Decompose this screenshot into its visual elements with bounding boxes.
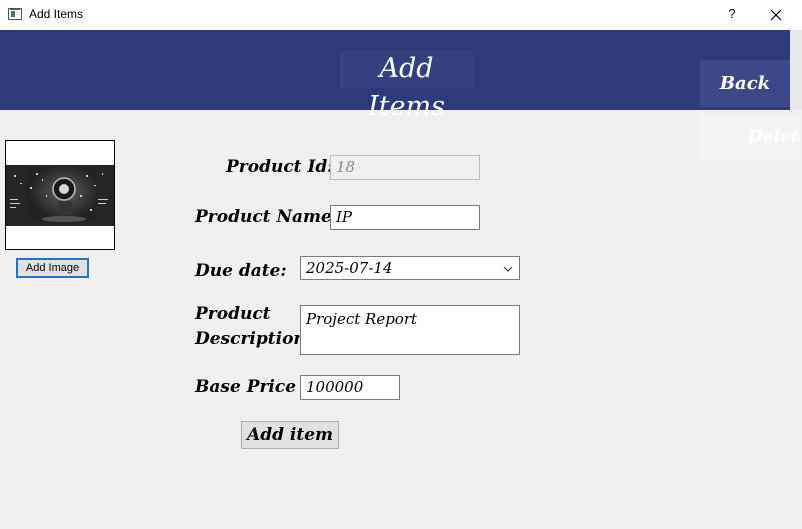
header-banner: Add Items Back	[0, 30, 790, 122]
product-image	[6, 165, 114, 226]
description-label-line2: Description	[195, 329, 306, 349]
help-button[interactable]: ?	[722, 4, 742, 24]
product-id-field: 18	[330, 155, 480, 180]
add-item-button[interactable]: Add item	[241, 421, 339, 449]
base-price-input[interactable]: 100000	[300, 375, 400, 400]
add-image-button[interactable]: Add Image	[16, 258, 89, 278]
product-id-label: Product Id:	[226, 157, 334, 177]
description-label-line1: Product	[195, 304, 271, 324]
page-title: Add Items	[368, 53, 445, 122]
close-button[interactable]	[764, 4, 788, 26]
due-date-value: 2025-07-14	[306, 259, 393, 277]
window-titlebar: Add Items ?	[0, 0, 802, 30]
product-name-input[interactable]: IP	[330, 205, 480, 230]
scrollbar[interactable]	[790, 30, 802, 109]
page-title-box: Add Items	[340, 50, 473, 122]
product-image-frame	[5, 140, 115, 250]
close-icon	[770, 9, 782, 21]
product-name-label: Product Name:	[195, 207, 339, 227]
delete-button[interactable]: Delete	[700, 114, 800, 159]
base-price-label: Base Price	[195, 377, 297, 397]
chevron-down-icon[interactable]	[503, 266, 513, 272]
due-date-picker[interactable]: 2025-07-14	[300, 256, 520, 280]
back-button[interactable]: Back	[700, 60, 790, 107]
due-date-label: Due date:	[195, 261, 287, 281]
window-title: Add Items	[29, 7, 84, 21]
description-textarea[interactable]: Project Report	[300, 305, 520, 355]
app-window-icon	[8, 8, 22, 20]
